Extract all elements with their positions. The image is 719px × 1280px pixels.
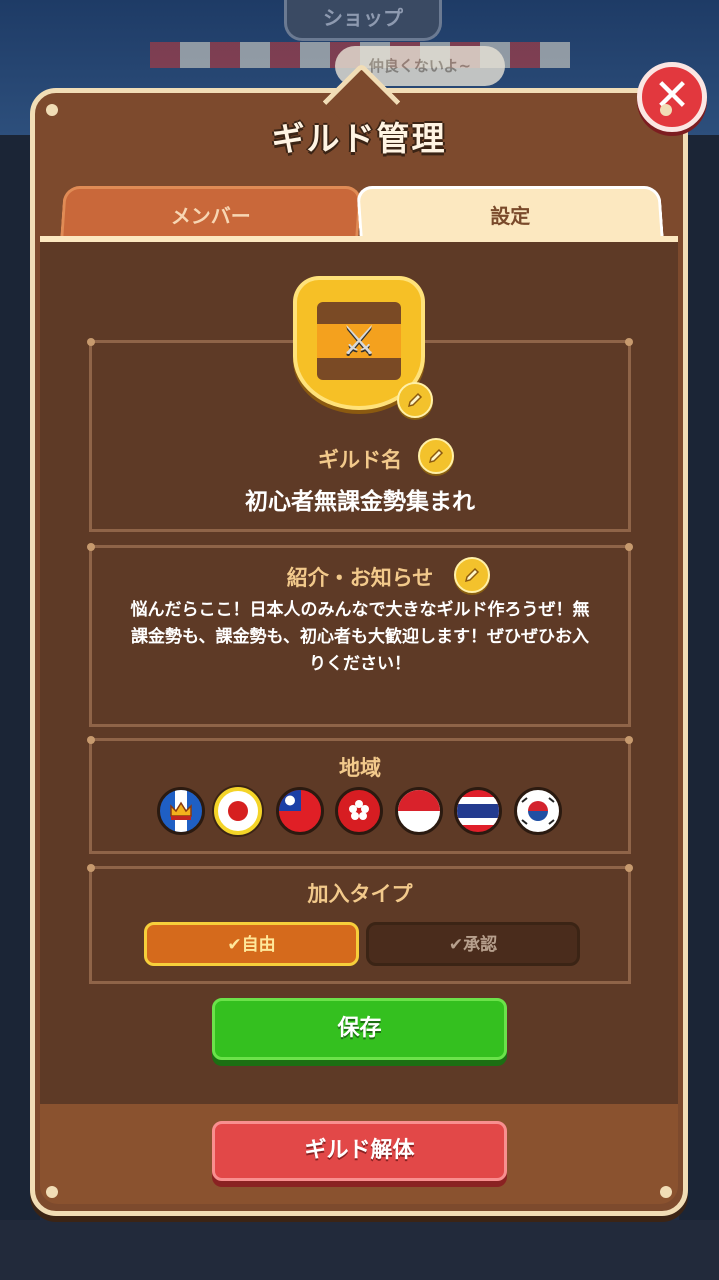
tab-members-label: メンバー <box>170 204 251 228</box>
close-icon: ✕ <box>653 70 691 121</box>
guild-name-label: ギルド名 <box>89 444 631 474</box>
background-bottom <box>0 1220 719 1280</box>
corner-ornament <box>46 1186 58 1198</box>
tab-settings[interactable]: 設定 <box>356 186 664 240</box>
corner-ornament <box>46 104 58 116</box>
taiwan-flag-icon[interactable] <box>276 787 324 835</box>
check-icon: ✔ <box>227 935 242 955</box>
edit-intro-pencil-icon[interactable] <box>454 557 490 593</box>
crown-flag-icon[interactable] <box>157 787 205 835</box>
shop-sign: ショップ <box>284 0 442 41</box>
dialog-title: ギルド管理 <box>271 119 447 158</box>
join-approval-label: 承認 <box>463 935 498 955</box>
korea-flag-icon[interactable] <box>514 787 562 835</box>
region-label: 地域 <box>339 756 381 780</box>
edit-name-pencil-icon[interactable] <box>418 438 454 474</box>
tab-members[interactable]: メンバー <box>60 186 362 240</box>
edit-emblem-pencil-icon[interactable] <box>397 382 433 418</box>
thailand-flag-icon[interactable] <box>454 787 502 835</box>
corner-ornament <box>660 104 672 116</box>
crossed-axes-icon: ⚔ <box>341 318 377 364</box>
join-free-label: 自由 <box>241 935 276 955</box>
join-free-option[interactable]: ✔自由 <box>144 922 359 966</box>
indonesia-flag-icon[interactable] <box>395 787 443 835</box>
intro-label: 紹介・お知らせ <box>89 562 631 592</box>
guild-name-label-text: ギルド名 <box>318 448 402 472</box>
hongkong-flag-icon[interactable] <box>335 787 383 835</box>
corner-ornament <box>660 1186 672 1198</box>
guild-name-value: 初心者無課金勢集まれ <box>245 489 475 515</box>
close-button[interactable]: ✕ <box>637 62 707 132</box>
intro-text: 悩んだらここ！日本人のみんなで大きなギルド作ろうぜ！無課金勢も、課金勢も、初心者… <box>130 600 590 674</box>
save-button[interactable]: 保存 <box>212 998 507 1060</box>
emblem-inner: ⚔ <box>317 302 401 380</box>
japan-flag-icon[interactable] <box>214 787 262 835</box>
intro-label-text: 紹介・お知らせ <box>286 566 434 590</box>
join-type-label: 加入タイプ <box>307 882 413 906</box>
join-approval-option[interactable]: ✔承認 <box>366 922 580 966</box>
disband-guild-button[interactable]: ギルド解体 <box>212 1121 507 1181</box>
tab-settings-label: 設定 <box>490 204 531 228</box>
check-icon: ✔ <box>448 935 464 955</box>
